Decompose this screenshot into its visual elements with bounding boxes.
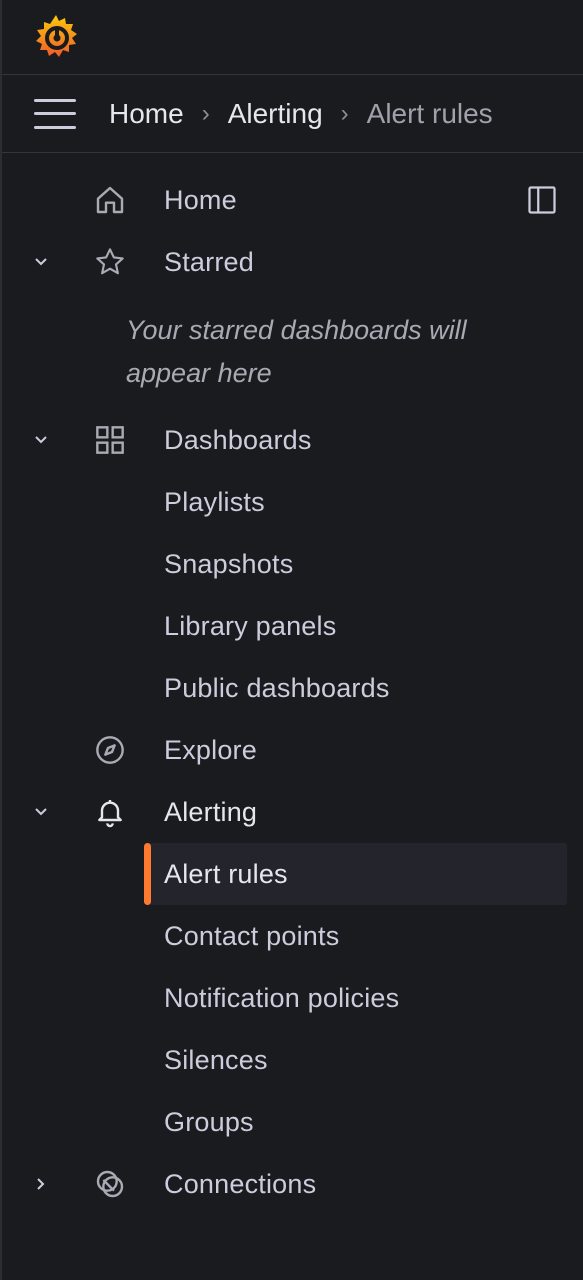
breadcrumb: Home › Alerting › Alert rules — [109, 98, 493, 130]
sidebar-item-label: Alerting — [164, 796, 258, 827]
sidebar-item-alerting[interactable]: Alerting — [2, 781, 583, 843]
compass-icon — [92, 732, 128, 768]
breadcrumb-home[interactable]: Home — [109, 98, 184, 130]
sidebar-item-label: Snapshots — [164, 548, 294, 579]
sidebar-item-label: Alert rules — [164, 858, 288, 889]
sidebar-item-alert-rules[interactable]: Alert rules — [2, 843, 583, 905]
grid-icon — [92, 422, 128, 458]
chevron-right-icon: › — [340, 99, 349, 127]
sidebar-item-label: Dashboards — [164, 424, 312, 455]
sidebar-item-label: Contact points — [164, 920, 340, 951]
star-icon — [92, 244, 128, 280]
breadcrumb-alert-rules: Alert rules — [366, 97, 493, 129]
breadcrumb-alerting[interactable]: Alerting — [228, 98, 323, 130]
sidebar-item-contact-points[interactable]: Contact points — [2, 905, 583, 967]
chevron-down-icon[interactable] — [26, 247, 56, 277]
sidebar-item-playlists[interactable]: Playlists — [2, 471, 583, 533]
connections-icon — [92, 1166, 128, 1202]
sidebar-item-dashboards[interactable]: Dashboards — [2, 409, 583, 471]
sidebar-item-public-dashboards[interactable]: Public dashboards — [2, 657, 583, 719]
sidebar-item-label: Home — [164, 184, 237, 215]
top-bar — [2, 0, 583, 75]
sidebar-item-label: Starred — [164, 246, 254, 277]
sidebar-item-starred[interactable]: Starred — [2, 231, 583, 293]
chevron-down-icon[interactable] — [26, 425, 56, 455]
chevron-down-icon[interactable] — [26, 797, 56, 827]
sidebar-item-explore[interactable]: Explore — [2, 719, 583, 781]
app-shell: Home › Alerting › Alert rules Home Starr… — [0, 0, 583, 1280]
sidebar-item-label: Explore — [164, 734, 257, 765]
sidebar-item-connections[interactable]: Connections — [2, 1153, 583, 1215]
grafana-logo[interactable] — [32, 13, 80, 61]
chevron-right-icon[interactable] — [26, 1169, 56, 1199]
bell-icon — [92, 794, 128, 830]
sidebar-item-library-panels[interactable]: Library panels — [2, 595, 583, 657]
sidebar-item-notification-policies[interactable]: Notification policies — [2, 967, 583, 1029]
chevron-right-icon: › — [201, 99, 210, 127]
breadcrumb-bar: Home › Alerting › Alert rules — [2, 75, 583, 153]
sidebar-item-label: Groups — [164, 1106, 254, 1137]
sidebar-item-silences[interactable]: Silences — [2, 1029, 583, 1091]
sidebar-item-home[interactable]: Home — [2, 169, 583, 231]
sidebar-item-label: Playlists — [164, 486, 265, 517]
sidebar-item-label: Silences — [164, 1044, 268, 1075]
sidebar-item-label: Public dashboards — [164, 672, 390, 703]
sidebar-item-label: Notification policies — [164, 982, 400, 1013]
sidebar-item-label: Connections — [164, 1168, 317, 1199]
home-icon — [92, 182, 128, 218]
dock-panel-icon[interactable] — [527, 185, 557, 215]
hamburger-icon[interactable] — [34, 98, 76, 129]
starred-empty-message: Your starred dashboards will appear here — [126, 315, 467, 388]
sidebar-item-groups[interactable]: Groups — [2, 1091, 583, 1153]
sidebar-item-label: Library panels — [164, 610, 337, 641]
sidebar-item-snapshots[interactable]: Snapshots — [2, 533, 583, 595]
